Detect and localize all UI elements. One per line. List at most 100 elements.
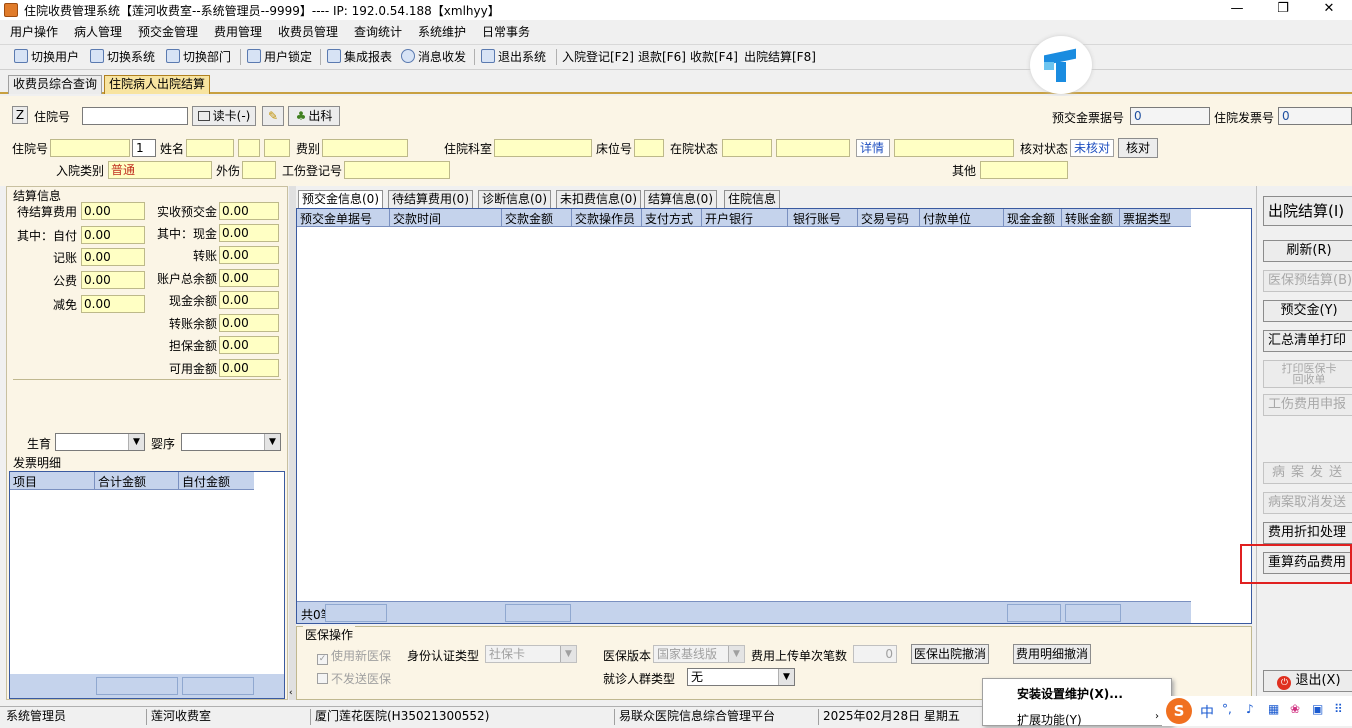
tab-cashier-query[interactable]: 收费员综合查询 (8, 75, 103, 94)
id-type-select[interactable]: 社保卡 ▼ (485, 645, 577, 663)
prepay-button[interactable]: 预交金(Y) (1263, 300, 1352, 322)
menu-query[interactable]: 查询统计 (354, 23, 402, 40)
no-send-checkbox[interactable]: 不发送医保 (317, 670, 391, 687)
col-divider (571, 209, 572, 227)
refresh-button[interactable]: 刷新(R) (1263, 240, 1352, 262)
sogou-icon[interactable]: S (1166, 698, 1192, 724)
use-new-checkbox[interactable]: ✓ 使用新医保 (317, 647, 391, 665)
zyh2-input[interactable] (50, 139, 130, 157)
check-button[interactable]: 核对 (1118, 138, 1158, 158)
lock-user-button[interactable]: 用户锁定 (247, 49, 312, 67)
crowd-select[interactable]: 无 ▼ (687, 668, 795, 686)
mic-icon[interactable]: ♪ (1246, 702, 1254, 716)
tab-undeducted[interactable]: 未扣费信息(0) (556, 190, 641, 208)
tab-admission-info[interactable]: 住院信息 (724, 190, 781, 208)
switch-dept-button[interactable]: 切换部门 (166, 49, 231, 67)
keyboard-icon[interactable]: ▦ (1268, 702, 1279, 716)
case-send-button[interactable]: 病案发送 (1263, 462, 1352, 484)
menu-fee[interactable]: 费用管理 (214, 23, 262, 40)
other-input[interactable] (980, 161, 1068, 179)
invoice-no-input[interactable]: 0 (1278, 107, 1352, 125)
settle-value: 0.00 (81, 202, 145, 220)
summary-print-button[interactable]: 汇总清单打印 (1263, 330, 1352, 352)
birth-select[interactable]: ▼ (55, 433, 145, 451)
tools-icon[interactable]: ▣ (1312, 702, 1323, 716)
version-value: 国家基线版 (657, 647, 718, 661)
order-select[interactable]: ▼ (181, 433, 281, 451)
receive-button[interactable]: 收款[F4] (690, 49, 738, 67)
name-input[interactable] (186, 139, 234, 157)
feetype-input[interactable] (322, 139, 408, 157)
close-button[interactable]: ✕ (1306, 0, 1352, 20)
broom-button[interactable]: ✎ (262, 106, 284, 126)
menu-patient[interactable]: 病人管理 (74, 23, 122, 40)
case-cancel-button[interactable]: 病案取消发送 (1263, 492, 1352, 514)
settle-label: 转账余额 (169, 317, 218, 331)
work-injury-input[interactable] (344, 161, 450, 179)
invoice-grid[interactable]: 项目 合计金额 自付金额 (9, 471, 285, 699)
menu-install-settings[interactable]: 安装设置维护(X)... (1017, 685, 1123, 702)
splitter[interactable]: ‹ (289, 186, 296, 700)
admit-type-input[interactable]: 普通 (108, 161, 212, 179)
out-dept-button[interactable]: ♣ 出科 (288, 106, 340, 126)
use-new-label: 使用新医保 (331, 649, 392, 663)
detail-button[interactable]: 详情 (856, 139, 890, 157)
chevron-right-icon: › (1155, 711, 1159, 722)
zyh2-seq-input[interactable]: 1 (132, 139, 156, 157)
zyh-input[interactable] (82, 107, 188, 125)
menu-prepay[interactable]: 预交金管理 (138, 23, 198, 40)
tab-diagnosis[interactable]: 诊断信息(0) (478, 190, 551, 208)
refund-button[interactable]: 退款[F6] (638, 49, 686, 67)
tab-pending-fee[interactable]: 待结算费用(0) (388, 190, 473, 208)
status-extra-input[interactable] (776, 139, 850, 157)
tab-discharge-settlement[interactable]: 住院病人出院结算 (104, 75, 211, 94)
bed-input[interactable] (634, 139, 664, 157)
discharge-settle-button[interactable]: 出院结算[F8] (744, 49, 816, 67)
menu-bar: 用户操作 病人管理 预交金管理 费用管理 收费员管理 查询统计 系统维护 日常事… (0, 20, 1352, 42)
more-icon[interactable]: ⠿ (1334, 702, 1343, 716)
menu-extend-functions[interactable]: 扩展功能(Y) (1017, 711, 1082, 728)
pre-settle-button[interactable]: 医保预结算(B) (1263, 270, 1352, 292)
col-header: 付款单位 (923, 212, 972, 226)
discharge-settle-action[interactable]: 出院结算(I) (1263, 196, 1352, 226)
exit-system-button[interactable]: 退出系统 (481, 49, 546, 67)
work-injury-button[interactable]: 工伤费用申报 (1263, 394, 1352, 416)
discount-button[interactable]: 费用折扣处理 (1263, 522, 1352, 544)
switch-system-button[interactable]: 切换系统 (90, 49, 155, 67)
maximize-button[interactable]: ❐ (1260, 0, 1306, 20)
z-button[interactable]: Z (12, 106, 28, 124)
message-button[interactable]: 消息收发 (401, 49, 466, 67)
gender-input[interactable] (238, 139, 260, 157)
ime-lang[interactable]: 中 (1200, 702, 1214, 722)
switch-user-button[interactable]: 切换用户 (14, 49, 79, 67)
prepay-grid[interactable]: 预交金单据号 交款时间 交款金额 交款操作员 支付方式 开户银行 银行账号 交易… (296, 208, 1252, 624)
status-input[interactable] (722, 139, 772, 157)
punct-icon[interactable]: °, (1222, 702, 1232, 716)
injury-input[interactable] (242, 161, 276, 179)
upload-input[interactable]: 0 (853, 645, 897, 663)
age-input[interactable] (264, 139, 290, 157)
settlement-group-title: 结算信息 (13, 189, 62, 203)
settle-label: 转账 (193, 249, 218, 263)
report-button[interactable]: 集成报表 (327, 49, 392, 67)
exit-button[interactable]: ⏻ 退出(X) (1263, 670, 1352, 692)
cancel-discharge-button[interactable]: 医保出院撤消 (911, 644, 989, 664)
menu-daily[interactable]: 日常事务 (482, 23, 530, 40)
tab-prepay-info[interactable]: 预交金信息(0) (298, 190, 383, 208)
minimize-button[interactable]: — (1214, 0, 1260, 20)
tab-settle-info[interactable]: 结算信息(0) (644, 190, 717, 208)
prepay-receipt-input[interactable]: 0 (1130, 107, 1210, 125)
diagnosis-input[interactable] (894, 139, 1014, 157)
version-select[interactable]: 国家基线版 ▼ (653, 645, 745, 663)
skin-icon[interactable]: ❀ (1290, 702, 1300, 716)
menu-system[interactable]: 系统维护 (418, 23, 466, 40)
floating-logo[interactable] (1030, 36, 1092, 94)
dept-input[interactable] (494, 139, 592, 157)
admission-button[interactable]: 入院登记[F2] (562, 49, 634, 67)
cancel-detail-button[interactable]: 费用明细撤消 (1013, 644, 1091, 664)
switch-system-label: 切换系统 (107, 50, 156, 64)
print-card-receipt-button[interactable]: 打印医保卡回收单 (1263, 360, 1352, 388)
menu-user-ops[interactable]: 用户操作 (10, 23, 58, 40)
read-card-button[interactable]: 读卡(-) (192, 106, 256, 126)
menu-cashier[interactable]: 收费员管理 (278, 23, 338, 40)
